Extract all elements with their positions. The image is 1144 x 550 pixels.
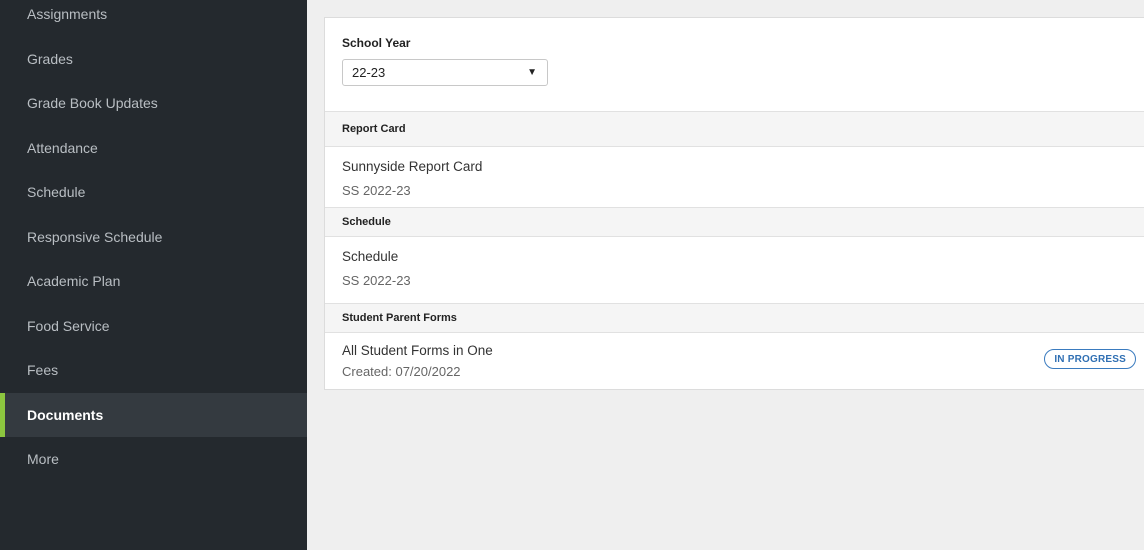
school-year-section: School Year 22-23 ▼ (325, 18, 1144, 111)
document-title: All Student Forms in One (342, 343, 493, 358)
documents-card: School Year 22-23 ▼ Report Card Sunnysid… (324, 17, 1144, 390)
sidebar-item-attendance[interactable]: Attendance (0, 126, 307, 171)
sidebar-item-assignments[interactable]: Assignments (0, 0, 307, 37)
sidebar-item-academic-plan[interactable]: Academic Plan (0, 259, 307, 304)
sidebar-item-food-service[interactable]: Food Service (0, 304, 307, 349)
sidebar-item-fees[interactable]: Fees (0, 348, 307, 393)
document-row-schedule[interactable]: Schedule SS 2022-23 (325, 237, 1144, 303)
document-subtitle: Created: 07/20/2022 (342, 364, 461, 379)
sidebar-item-grades[interactable]: Grades (0, 37, 307, 82)
school-year-value: 22-23 (352, 65, 386, 80)
school-year-label: School Year (342, 36, 411, 50)
sidebar-item-grade-book-updates[interactable]: Grade Book Updates (0, 81, 307, 126)
document-title: Schedule (342, 249, 399, 264)
sidebar-item-documents[interactable]: Documents (0, 392, 307, 437)
sidebar-item-schedule[interactable]: Schedule (0, 170, 307, 215)
main-content: School Year 22-23 ▼ Report Card Sunnysid… (307, 0, 1144, 550)
document-row-student-forms[interactable]: All Student Forms in One Created: 07/20/… (325, 333, 1144, 389)
section-header-report-card: Report Card (325, 111, 1144, 147)
document-title: Sunnyside Report Card (342, 159, 483, 174)
sidebar-nav: Assignments Grades Grade Book Updates At… (0, 0, 307, 550)
school-year-select[interactable]: 22-23 ▼ (342, 59, 548, 86)
section-header-student-parent-forms: Student Parent Forms (325, 303, 1144, 333)
caret-down-icon: ▼ (527, 67, 537, 78)
document-subtitle: SS 2022-23 (342, 273, 411, 288)
section-header-schedule: Schedule (325, 207, 1144, 237)
sidebar-item-more[interactable]: More (0, 437, 307, 482)
document-row-report-card[interactable]: Sunnyside Report Card SS 2022-23 (325, 147, 1144, 207)
sidebar-item-responsive-schedule[interactable]: Responsive Schedule (0, 215, 307, 260)
status-badge: IN PROGRESS (1044, 349, 1136, 369)
document-subtitle: SS 2022-23 (342, 183, 411, 198)
